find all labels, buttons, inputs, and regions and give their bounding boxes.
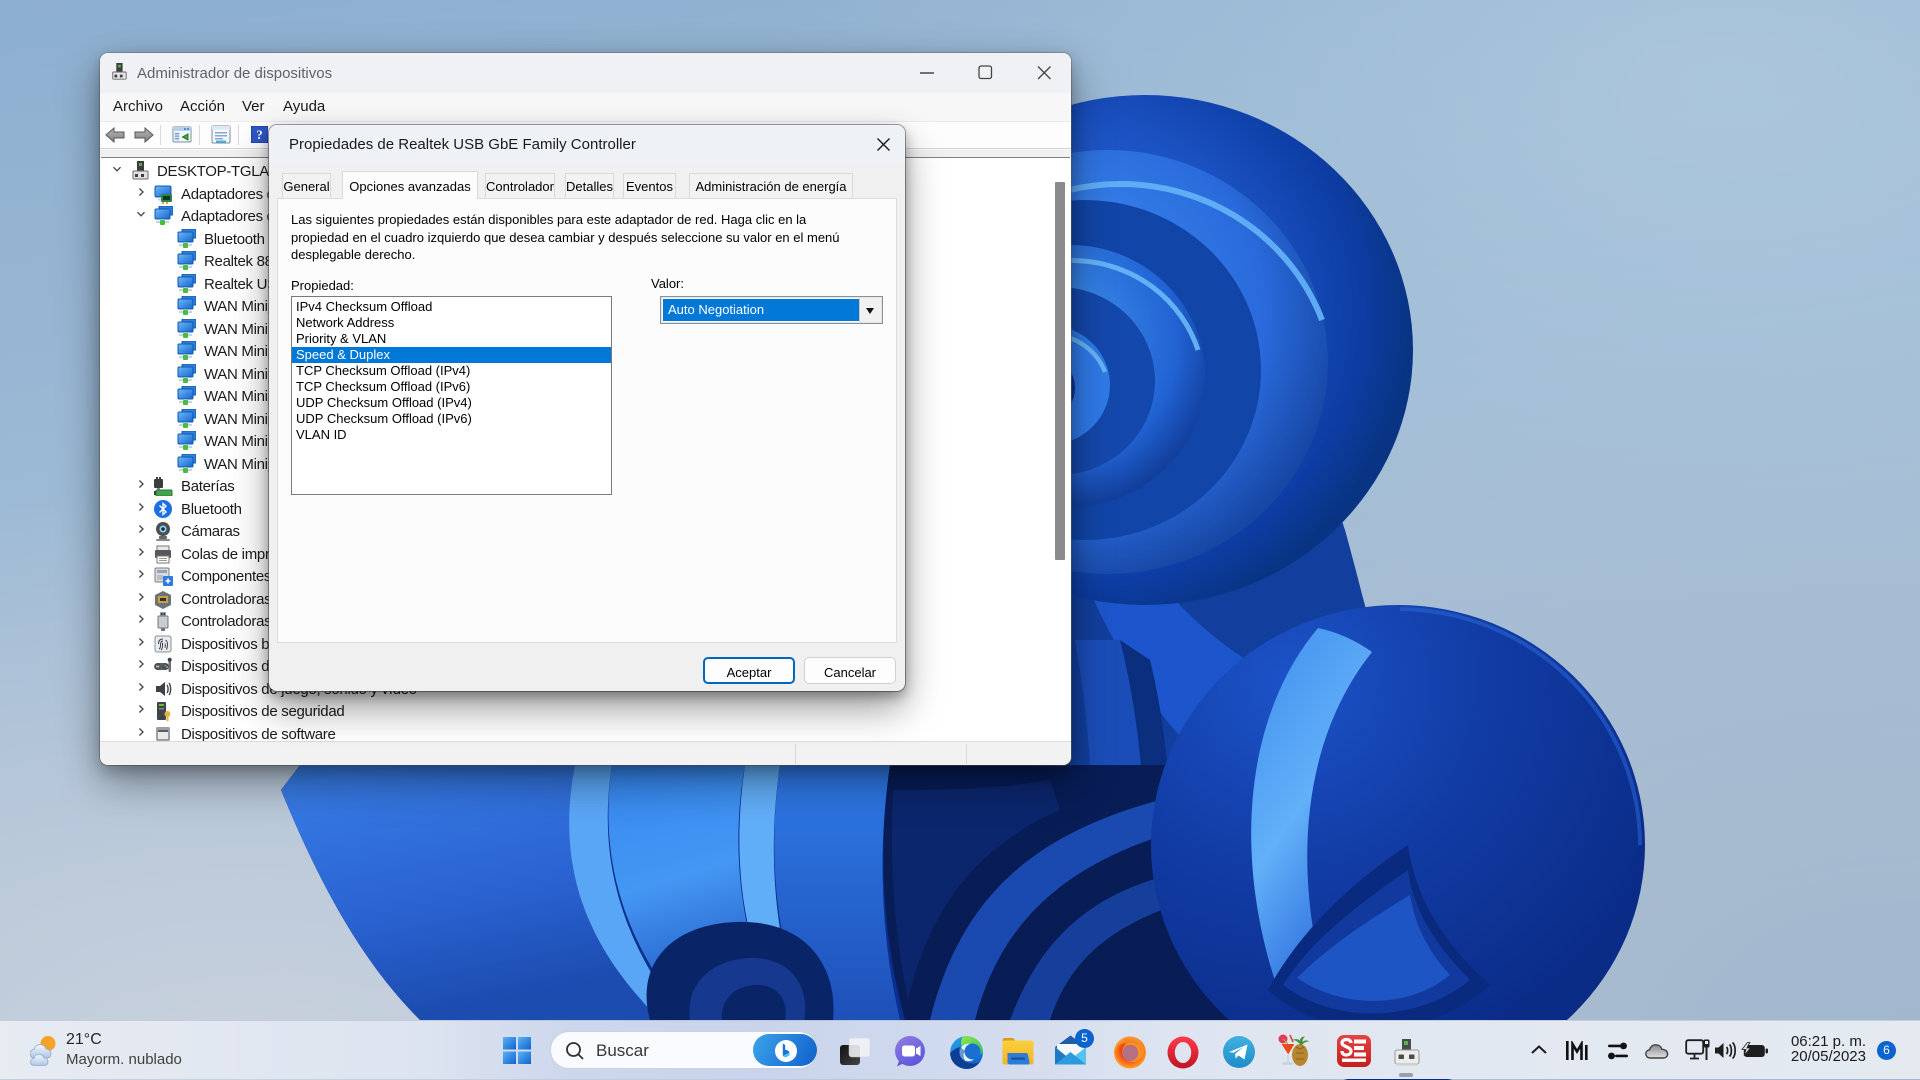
svg-text:?: ? [256, 127, 263, 142]
